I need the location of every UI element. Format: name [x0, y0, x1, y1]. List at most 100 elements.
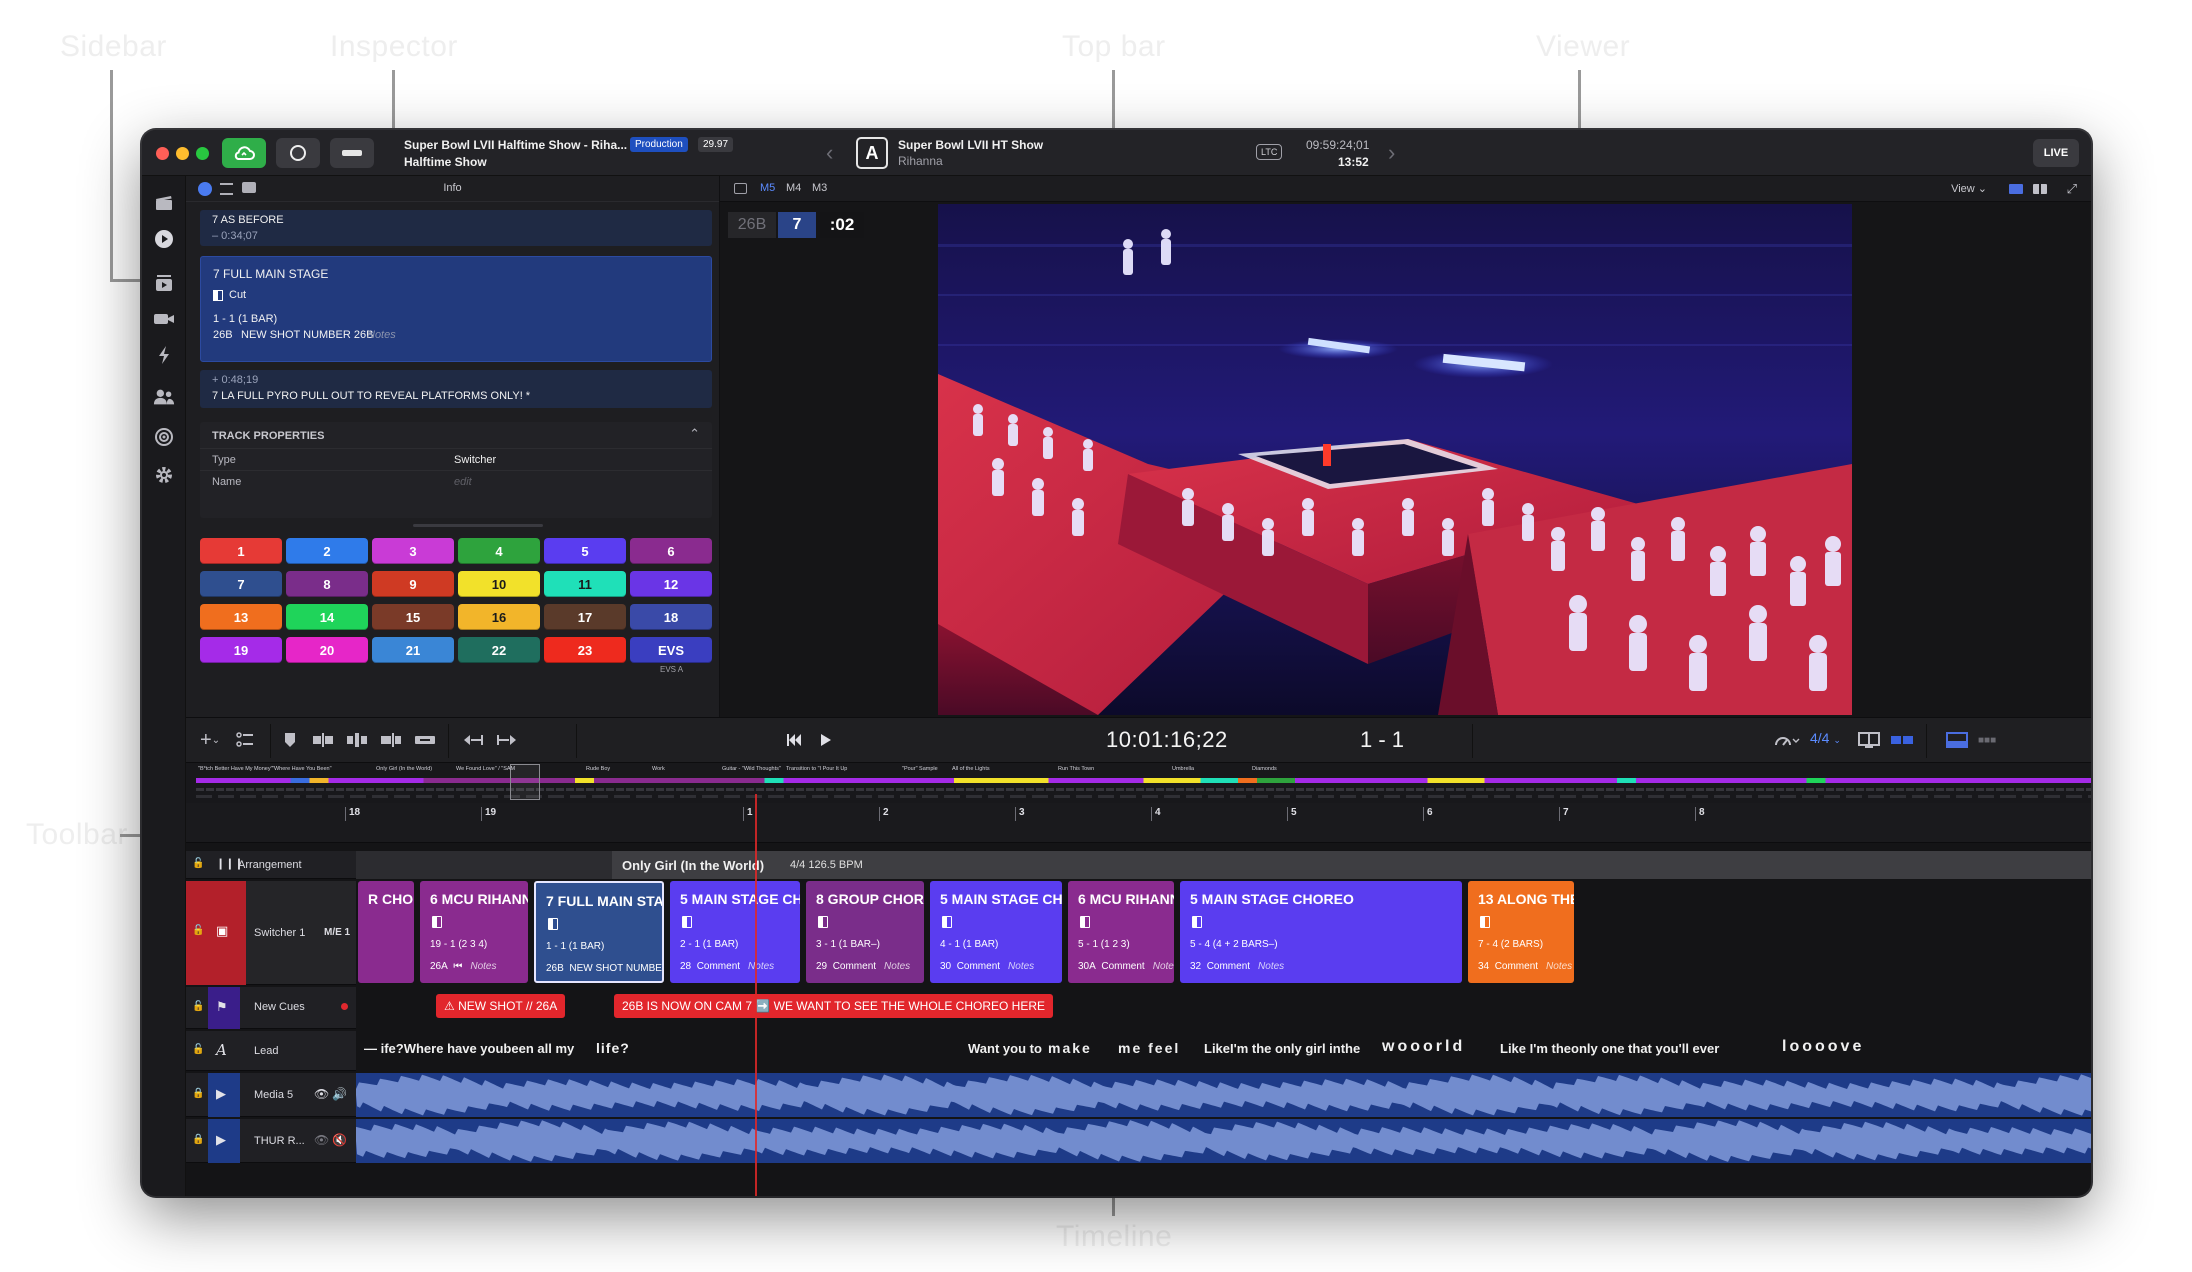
lock-icon[interactable]: 🔓 [192, 1001, 206, 1015]
overview-section-label[interactable]: Transition to "I Pour It Up [786, 766, 847, 772]
camera-pad-4[interactable]: 4 [458, 538, 540, 564]
playhead-bar-beat[interactable]: 1 - 1 [1360, 727, 1404, 753]
camera-pad-23[interactable]: 23 [544, 637, 626, 663]
scroll-indicator[interactable] [413, 524, 543, 527]
monitor-split-icon[interactable] [1858, 729, 1880, 751]
shot-comment[interactable]: Comment [833, 961, 876, 972]
video-frame[interactable] [938, 204, 1852, 715]
time-signature-menu[interactable]: 4/4 ⌄ [1810, 730, 1841, 746]
previous-show-arrow[interactable]: ‹ [826, 140, 833, 166]
camera-pad-8[interactable]: 8 [286, 571, 368, 597]
camera-pad-6[interactable]: 6 [630, 538, 712, 564]
zoom-window-button[interactable] [196, 147, 209, 160]
track-name-field[interactable]: edit [454, 476, 472, 488]
camera-pad-5[interactable]: 5 [544, 538, 626, 564]
join-clip-icon[interactable] [414, 729, 436, 751]
lyric-segment[interactable]: life? [596, 1040, 630, 1056]
clapperboard-icon[interactable] [153, 192, 175, 214]
move-right-icon[interactable] [496, 729, 518, 751]
camera-pad-13[interactable]: 13 [200, 604, 282, 630]
song-overview[interactable]: "B*tch Better Have My Money" "Where Have … [186, 763, 2091, 803]
shot-notes[interactable]: Notes [470, 961, 496, 972]
speaker-icon[interactable]: 🔊 [332, 1087, 347, 1101]
split-right-icon[interactable] [380, 729, 402, 751]
timeline-height-icon[interactable] [1946, 729, 1968, 751]
minimize-window-button[interactable] [176, 147, 189, 160]
camera-pad-9[interactable]: 9 [372, 571, 454, 597]
marker-icon[interactable] [284, 729, 296, 751]
lock-icon[interactable]: 🔓 [192, 858, 206, 872]
move-left-icon[interactable] [462, 729, 484, 751]
shot-notes[interactable]: Notes [884, 961, 910, 972]
record-button[interactable] [276, 138, 320, 168]
add-menu-button[interactable]: + ⌄ [200, 729, 220, 751]
overview-section-label[interactable]: "B*tch Better Have My Money" [198, 766, 273, 772]
shot-notes[interactable]: Notes [748, 961, 774, 972]
viewer-tab-m5[interactable]: M5 [760, 182, 775, 194]
shot-comment[interactable]: Comment [697, 961, 740, 972]
ltc-badge[interactable]: LTC [1256, 144, 1283, 160]
camera-pad-15[interactable]: 15 [372, 604, 454, 630]
current-cue-shot-desc[interactable]: NEW SHOT NUMBER 26B [241, 329, 373, 341]
camera-pad-1[interactable]: 1 [200, 538, 282, 564]
overview-section-label[interactable]: Guitar - "Wild Thoughts" [722, 766, 781, 772]
track-header-thur[interactable]: 🔒 ▶ THUR R... 👁 🔇 [186, 1119, 356, 1163]
speed-gauge-icon[interactable] [1774, 729, 1800, 751]
camera-pad-14[interactable]: 14 [286, 604, 368, 630]
lyric-segment[interactable]: wooorld [1382, 1038, 1465, 1056]
camera-pad-20[interactable]: 20 [286, 637, 368, 663]
track-header-lead[interactable]: 🔓 A Lead [186, 1031, 356, 1071]
camera-pad-22[interactable]: 22 [458, 637, 540, 663]
people-icon[interactable] [153, 386, 175, 408]
switcher-shot-block[interactable]: 13 ALONG THE LIN 7 - 4 (2 BARS) 34 Comment… [1468, 881, 1574, 983]
playhead-timecode[interactable]: 10:01:16;22 [1106, 727, 1228, 753]
record-dot-icon[interactable] [341, 1003, 348, 1010]
lock-icon[interactable]: 🔓 [192, 925, 206, 939]
grid-view-icon[interactable] [2033, 184, 2047, 194]
production-badge[interactable]: Production [630, 137, 688, 152]
cue-flag[interactable]: ⚠ NEW SHOT // 26A [436, 994, 566, 1018]
camera-pad-10[interactable]: 10 [458, 571, 540, 597]
switcher-shot-block[interactable]: 6 MCU RIHANNA 19 - 1 (2 3 4) 26A ⏮ Notes [420, 881, 528, 983]
overview-section-label[interactable]: Rude Boy [586, 766, 610, 772]
stacked-play-icon[interactable] [153, 272, 175, 294]
viewer-tab-m4[interactable]: M4 [786, 182, 801, 194]
overview-section-label[interactable]: Run This Town [1058, 766, 1094, 772]
visibility-eye-icon[interactable]: 👁 [314, 1087, 329, 1101]
next-show-arrow[interactable]: › [1388, 140, 1395, 166]
track-header-switcher[interactable]: 🔓 ▣ Switcher 1 M/E 1 [186, 881, 356, 985]
shot-comment[interactable]: Comment [1207, 961, 1250, 972]
lyric-segment[interactable]: me feel [1118, 1040, 1180, 1056]
track-header-arrangement[interactable]: 🔓 ❙❙❙ Arrangement [186, 851, 356, 879]
lanes-view-icon[interactable] [1890, 729, 1914, 751]
track-header-new-cues[interactable]: 🔓 ⚑ New Cues [186, 987, 356, 1029]
view-menu[interactable]: View ⌄ [1951, 182, 1987, 195]
overview-section-label[interactable]: Work [652, 766, 665, 772]
shot-notes[interactable]: Notes [1153, 961, 1174, 972]
current-cue-card[interactable]: 7 FULL MAIN STAGE Cut 1 - 1 (1 BAR) 26B … [200, 256, 712, 362]
switcher-shot-block[interactable]: 5 MAIN STAGE CHOREO 5 - 4 (4 + 2 BARS–) 32… [1180, 881, 1462, 983]
target-icon[interactable] [153, 426, 175, 448]
single-view-icon[interactable] [2009, 184, 2023, 194]
close-window-button[interactable] [156, 147, 169, 160]
overview-section-label[interactable]: Only Girl (In the World) [376, 766, 432, 772]
playhead[interactable] [755, 794, 757, 1196]
audio-waveform[interactable] [356, 1119, 2091, 1163]
split-center-icon[interactable] [346, 729, 368, 751]
visibility-off-icon[interactable]: 👁 [314, 1133, 329, 1147]
shot-comment[interactable]: Comment [957, 961, 1000, 972]
camera-pad-11[interactable]: 11 [544, 571, 626, 597]
lyric-segment[interactable]: LikeI'm the only girl inthe [1204, 1041, 1360, 1056]
viewer-tab-m3[interactable]: M3 [812, 182, 827, 194]
camera-pad-3[interactable]: 3 [372, 538, 454, 564]
bar-ruler[interactable]: 18 19 1 2 3 4 5 6 7 8 [186, 803, 2091, 843]
chevron-up-icon[interactable]: ⌃ [689, 426, 700, 442]
overflow-menu-icon[interactable]: ■■■ [1978, 729, 1996, 751]
lyric-segment[interactable]: make [1048, 1040, 1092, 1056]
lyric-segment[interactable]: loooove [1782, 1038, 1864, 1056]
switcher-shot-block[interactable]: 5 MAIN STAGE CHOREO 4 - 1 (1 BAR) 30 Comme… [930, 881, 1062, 983]
overview-section-label[interactable]: All of the Lights [952, 766, 990, 772]
cue-flag[interactable]: 26B IS NOW ON CAM 7 ➡️ WE WANT TO SEE TH… [614, 994, 1054, 1018]
skip-back-icon[interactable] [786, 729, 802, 751]
switcher-shot-block[interactable]: R CHOREO R [358, 881, 414, 983]
